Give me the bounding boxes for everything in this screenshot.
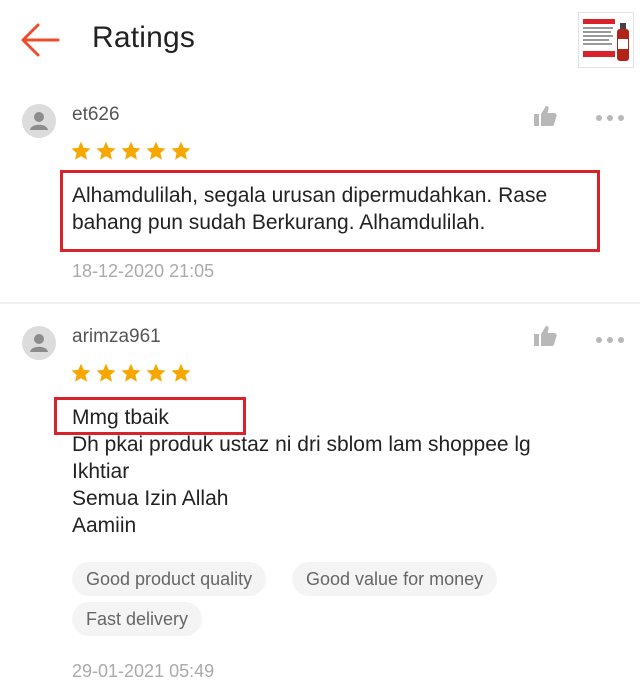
product-thumbnail[interactable] — [578, 12, 634, 68]
star-icon — [71, 141, 91, 160]
star-rating — [70, 362, 192, 384]
thumbs-up-icon[interactable] — [532, 104, 558, 128]
star-icon — [96, 363, 116, 382]
user-avatar-icon[interactable] — [22, 326, 56, 360]
star-icon — [171, 141, 191, 160]
tag-chip[interactable]: Good product quality — [72, 562, 267, 596]
review-comment: Alhamdulilah, segala urusan dipermudahka… — [72, 184, 548, 234]
star-icon — [121, 141, 141, 160]
review-username[interactable]: et626 — [72, 104, 120, 126]
review-timestamp: 18-12-2020 21:05 — [72, 261, 215, 281]
review-comment: Mmg tbaik Dh pkai produk ustaz ni dri sb… — [72, 406, 531, 537]
arrow-left-icon — [21, 23, 60, 57]
tag-chip[interactable]: Fast delivery — [72, 602, 203, 636]
product-image-icon — [579, 13, 633, 67]
star-icon — [146, 363, 166, 382]
star-icon — [71, 363, 91, 382]
review-username[interactable]: arimza961 — [72, 326, 161, 348]
star-rating — [70, 140, 192, 162]
review-item: et626 Alhamdulilah, segala urusan diperm… — [0, 90, 640, 302]
star-icon — [121, 363, 141, 382]
star-icon — [171, 363, 191, 382]
back-button[interactable] — [18, 20, 62, 60]
more-horizontal-icon[interactable] — [595, 332, 625, 343]
review-item: arimza961 Mmg tbaik Dh pkai produk ustaz… — [0, 304, 640, 684]
page-title: Ratings — [92, 21, 196, 54]
tag-chip[interactable]: Good value for money — [292, 562, 498, 596]
header-bar: Ratings — [0, 0, 640, 80]
star-icon — [96, 141, 116, 160]
review-timestamp: 29-01-2021 05:49 — [72, 661, 215, 681]
star-icon — [146, 141, 166, 160]
thumbs-up-icon[interactable] — [532, 324, 558, 348]
review-tags: Good product quality Good value for mone… — [72, 562, 612, 642]
more-horizontal-icon[interactable] — [595, 110, 625, 121]
user-avatar-icon[interactable] — [22, 104, 56, 138]
